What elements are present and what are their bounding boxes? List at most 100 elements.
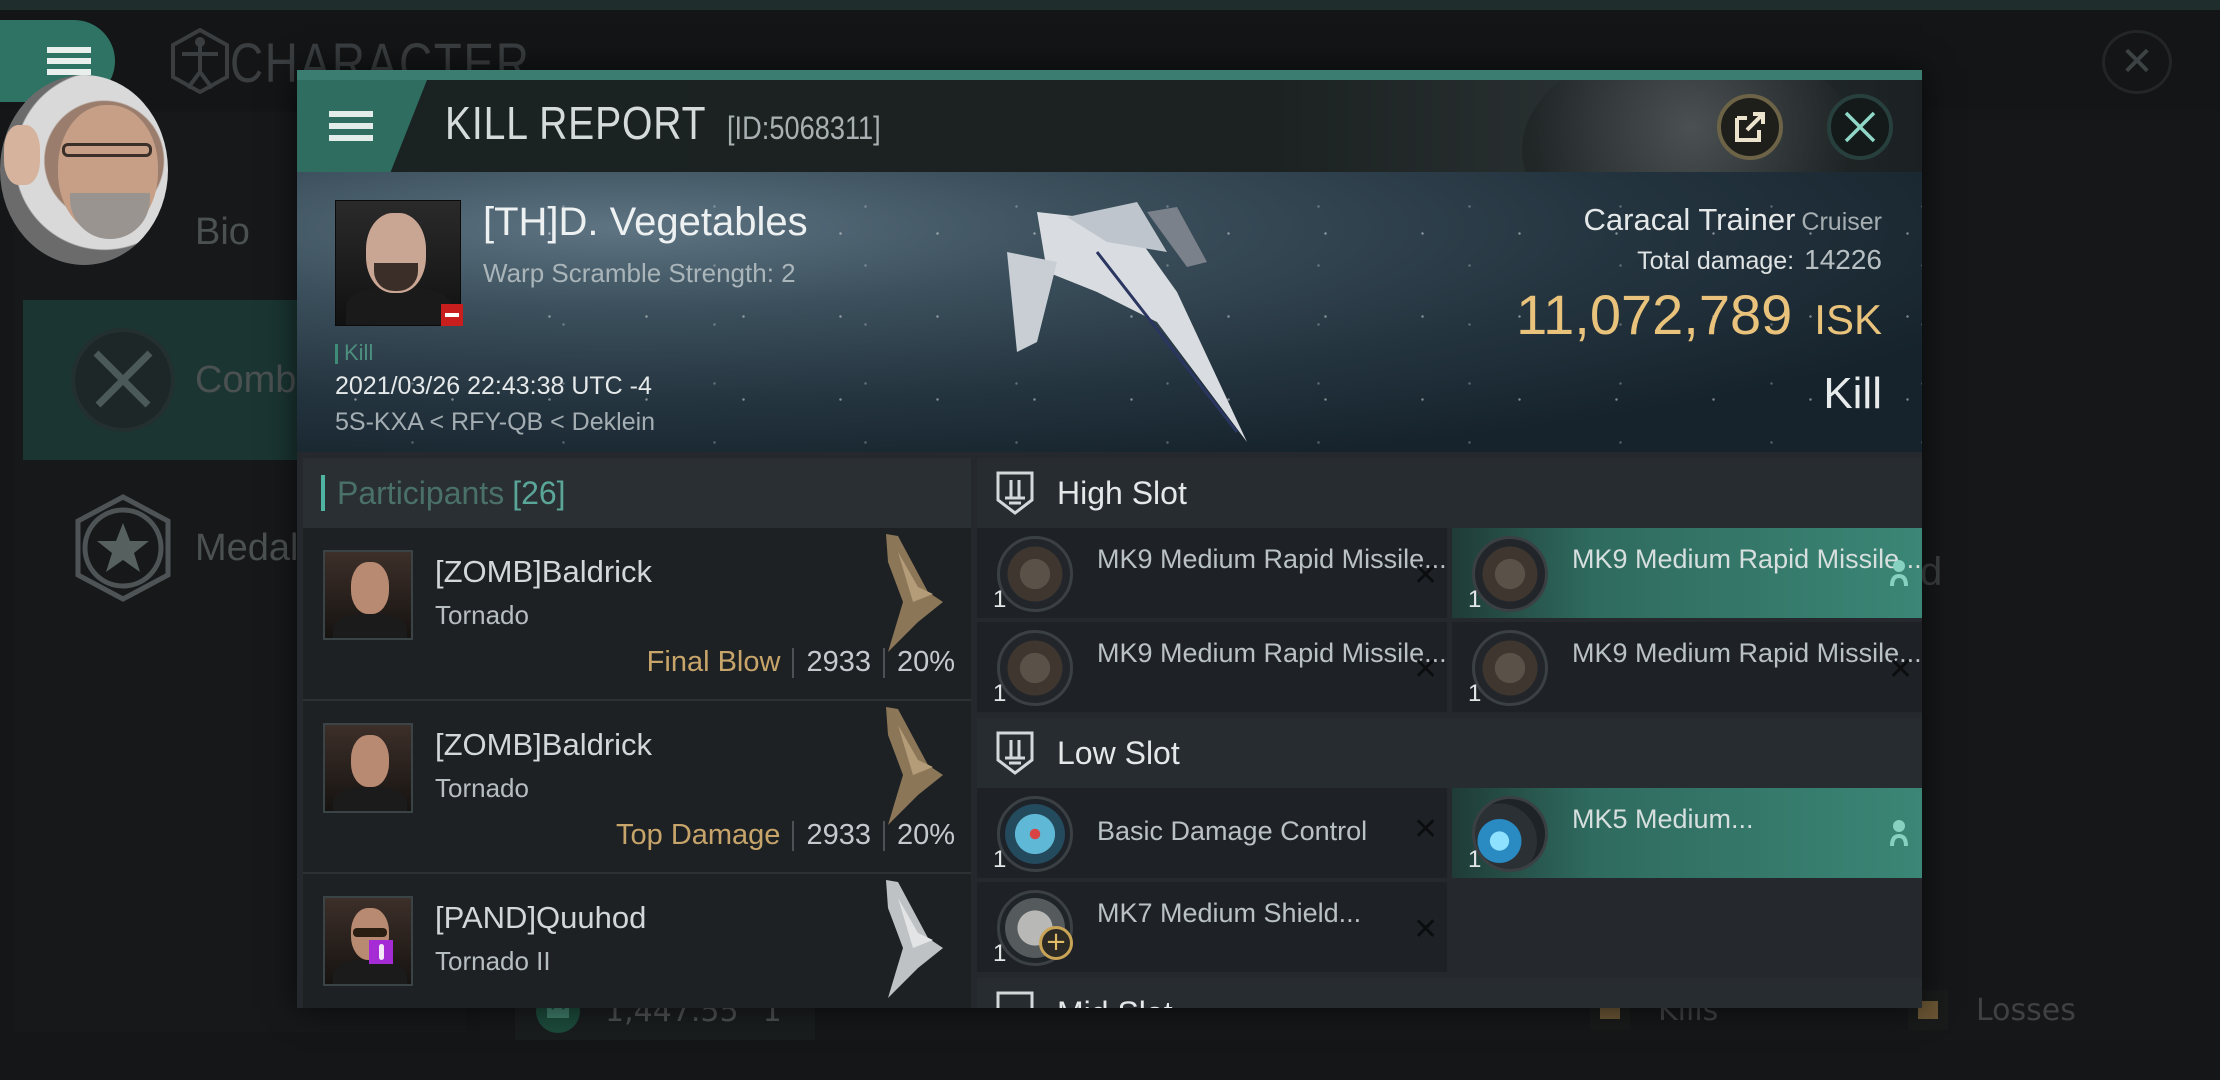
participants-header: Participants [26] (303, 458, 971, 528)
dropped-pilot-icon (1890, 560, 1908, 586)
high-slot-header: High Slot (977, 458, 1922, 528)
corp-role-badge-icon (369, 940, 393, 964)
low-slot-icon (996, 731, 1034, 775)
sidebar-item-combat[interactable]: Combat (23, 300, 328, 460)
damage-control-icon (997, 796, 1073, 872)
high-slot-icon (996, 471, 1034, 515)
kill-location[interactable]: 5S-KXA < RFY-QB < Deklein (335, 408, 655, 437)
destroyed-icon: ✕ (1413, 652, 1439, 687)
slot-label: High Slot (1057, 474, 1187, 511)
partial-label: d (1920, 550, 1943, 594)
destroyed-icon: ✕ (1413, 558, 1439, 593)
destroyed-icon: ✕ (1888, 652, 1914, 687)
missile-launcher-icon (997, 536, 1073, 612)
isk-value: 11,072,789 (1516, 283, 1793, 346)
participant-row[interactable]: [PAND]Quuhod Tornado II (303, 874, 971, 1008)
sidebar-item-medal[interactable]: Medal (23, 468, 323, 628)
divider (882, 820, 885, 851)
legend-label: Losses (1976, 992, 2076, 1028)
participant-avatar[interactable] (323, 550, 413, 640)
module-qty: 1 (993, 680, 1007, 707)
divider (792, 647, 795, 678)
modal-header: KILL REPORT [ID:5068311] (297, 80, 1922, 172)
module-qty: 1 (1468, 846, 1482, 873)
webcam-overlay (0, 75, 168, 265)
top-status-bar (0, 0, 2220, 10)
low-slot-header: Low Slot (977, 718, 1922, 788)
participant-ship-image (886, 707, 943, 825)
missile-launcher-icon (1472, 630, 1548, 706)
sidebar-item-label: Medal (195, 526, 299, 569)
app-root: CHARACTER ✕ Bio Combat Medal d 1,447.55 … (0, 0, 2220, 1080)
share-button[interactable] (1717, 94, 1783, 160)
empty-slot (1452, 882, 1922, 972)
participants-label: Participants (337, 474, 505, 511)
module-name: Basic Damage Control (1097, 816, 1368, 846)
victim-name[interactable]: [TH]D. Vegetables (483, 200, 808, 245)
module-name: MK9 Medium Rapid Missile... (1097, 638, 1447, 668)
participant-percent: 20% (896, 819, 955, 851)
fitting-panel[interactable]: High Slot 1 MK9 Medium Rapid Missile... … (977, 458, 1922, 1008)
ship-name[interactable]: Caracal Trainer (1584, 202, 1796, 237)
divider (792, 820, 795, 851)
destroyed-icon: ✕ (1413, 812, 1439, 847)
participant-stats: Final Blow 2933 20% (647, 646, 955, 679)
participant-name: [ZOMB]Baldrick (435, 554, 653, 589)
header-backdrop (1522, 80, 1862, 172)
module-name: MK7 Medium Shield... (1097, 898, 1362, 928)
participant-ship: Tornado II (435, 946, 551, 976)
modal-accent-line (297, 70, 1922, 80)
close-button[interactable] (1827, 94, 1893, 160)
hamburger-icon (329, 105, 373, 147)
kill-report-modal: KILL REPORT [ID:5068311] [TH]D. Vegetabl… (297, 70, 1922, 1008)
participant-avatar[interactable] (323, 723, 413, 813)
star-medal-icon (68, 493, 178, 603)
participant-row[interactable]: [ZOMB]Baldrick Tornado Top Damage 2933 2… (303, 701, 971, 874)
participant-row[interactable]: [ZOMB]Baldrick Tornado Final Blow 2933 2… (303, 528, 971, 701)
module-item[interactable]: 1 MK9 Medium Rapid Missile... ✕ (977, 528, 1447, 618)
kill-timestamp: 2021/03/26 22:43:38 UTC -4 (335, 372, 652, 400)
participant-name: [ZOMB]Baldrick (435, 727, 653, 762)
participants-count: [26] (512, 474, 566, 511)
next-slot-header: Mid Slot (977, 978, 1922, 1008)
destroyed-icon: ✕ (1413, 912, 1439, 947)
module-item[interactable]: + 1 MK7 Medium Shield... ✕ (977, 882, 1447, 972)
participant-ship: Tornado (435, 600, 529, 630)
module-name: MK5 Medium... (1572, 804, 1754, 834)
ship-class: Cruiser (1801, 208, 1882, 236)
total-damage-label: Total damage: (1637, 247, 1795, 275)
total-damage-value: 14226 (1804, 244, 1882, 275)
report-id: [ID:5068311] (726, 110, 881, 146)
isk-unit: ISK (1814, 296, 1882, 343)
module-qty: 1 (993, 846, 1007, 873)
module-qty: 1 (993, 940, 1007, 967)
missile-launcher-icon (997, 630, 1073, 706)
module-name: MK9 Medium Rapid Missile... (1572, 638, 1922, 668)
module-item[interactable]: 1 MK9 Medium Rapid Missile... (1452, 528, 1922, 618)
vitruvian-logo-icon (171, 28, 229, 94)
afterburner-icon (1472, 796, 1548, 872)
victim-ship-image (1007, 202, 1247, 442)
ship-info: Caracal Trainer Cruiser Total damage: 1422… (1516, 202, 1882, 419)
participants-panel[interactable]: Participants [26] [ZOMB]Baldrick Tornado… (303, 458, 971, 1008)
module-item[interactable]: 1 MK9 Medium Rapid Missile... ✕ (977, 622, 1447, 712)
participant-avatar[interactable] (323, 896, 413, 986)
module-item[interactable]: 1 MK9 Medium Rapid Missile... ✕ (1452, 622, 1922, 712)
slot-label: Mid Slot (1057, 995, 1173, 1009)
plus-badge-icon: + (1039, 926, 1073, 960)
participant-stats: Top Damage 2933 20% (616, 819, 955, 852)
share-icon (1735, 112, 1765, 142)
legend-losses: Losses (1908, 990, 2076, 1030)
close-icon: ✕ (2120, 39, 2154, 85)
modal-menu-button[interactable] (297, 80, 427, 172)
sidebar-item-label: Bio (195, 210, 250, 253)
hostile-standing-icon (441, 304, 463, 326)
module-item[interactable]: 1 MK5 Medium... (1452, 788, 1922, 878)
module-item[interactable]: 1 Basic Damage Control ✕ (977, 788, 1447, 878)
slot-label: Low Slot (1057, 734, 1180, 771)
dropped-pilot-icon (1890, 820, 1908, 846)
modal-title-text: KILL REPORT (445, 97, 707, 149)
low-slot-grid: 1 Basic Damage Control ✕ 1 MK5 Medium...… (977, 788, 1922, 972)
character-close-button[interactable]: ✕ (2102, 30, 2172, 94)
participant-damage: 2933 (806, 646, 871, 678)
